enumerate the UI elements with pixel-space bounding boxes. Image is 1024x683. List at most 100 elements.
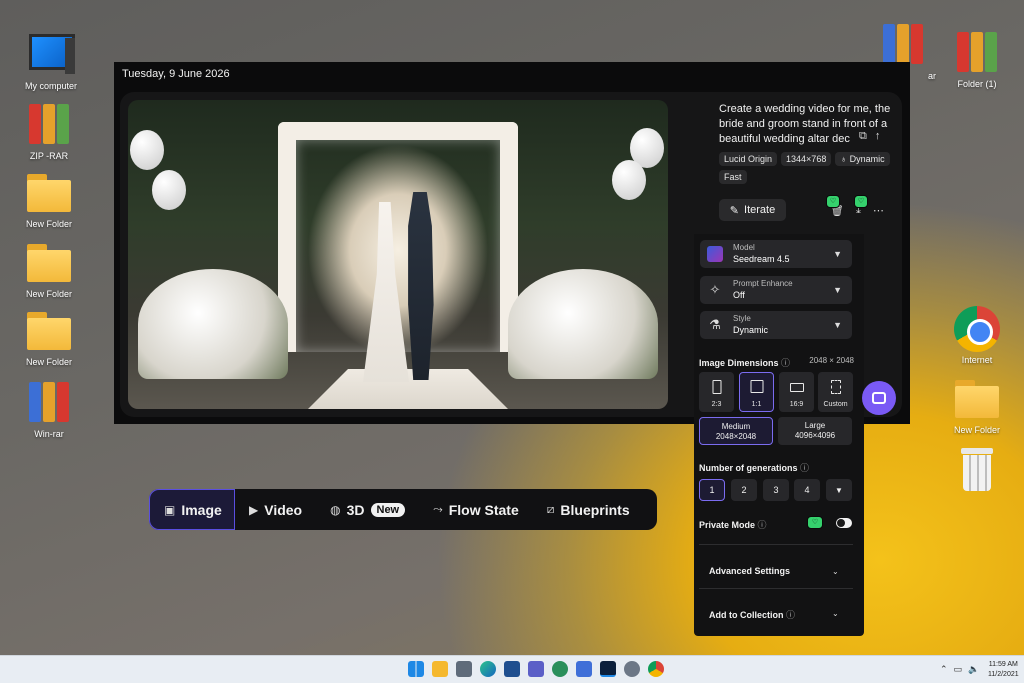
volume-icon[interactable]: 🔈 — [968, 664, 979, 675]
people-icon[interactable] — [576, 661, 592, 677]
image-actions: 🗑 ♡ ⤓ ♡ ⋯ — [826, 195, 884, 217]
mode-bar: ▣ Image ▶ Video ◍ 3D New ⤳ Flow State ⧄ … — [149, 489, 657, 530]
store-icon[interactable] — [504, 661, 520, 677]
prompt-actions: ⧉ ↑ — [859, 130, 880, 143]
style-label: Style — [733, 314, 751, 323]
mode-label: Blueprints — [560, 501, 630, 518]
winrar-icon — [25, 100, 73, 148]
copy-icon[interactable]: ⧉ — [859, 130, 867, 143]
generation-date: Tuesday, 9 June 2026 — [122, 68, 230, 80]
add-to-collection-toggle[interactable]: Add to Collection ⓘ — [709, 608, 795, 621]
balloon-decoration — [130, 130, 164, 170]
size-medium[interactable]: Medium 2048×2048 — [699, 417, 773, 445]
edge-icon[interactable] — [480, 661, 496, 677]
teams-icon[interactable] — [528, 661, 544, 677]
favorite-badge-icon: ♡ — [826, 195, 840, 208]
info-icon[interactable]: ⓘ — [786, 610, 795, 620]
chat-support-button[interactable] — [862, 381, 896, 415]
download-icon[interactable]: ⤓ ♡ — [853, 195, 868, 217]
info-icon[interactable]: ⓘ — [758, 520, 767, 530]
desktop-icon-new-folder-2[interactable]: New Folder — [14, 238, 84, 299]
network-icon[interactable]: ▭ — [954, 664, 963, 675]
generation-tags: Lucid Origin 1344×768 ♁ Dynamic Fast — [719, 152, 899, 184]
prompt-enhance-value: Off — [733, 290, 745, 300]
desktop-icon-label: New Folder — [25, 357, 72, 367]
desktop-icon-label: Internet — [961, 355, 993, 365]
arrow-up-icon[interactable]: ↑ — [875, 130, 881, 143]
lock-badge-icon: ♡ — [807, 516, 823, 529]
advanced-settings-toggle[interactable]: Advanced Settings — [709, 566, 790, 576]
desktop-icon-new-folder-1[interactable]: New Folder — [14, 168, 84, 229]
ratio-label: 2:3 — [711, 401, 722, 408]
windows-start-icon[interactable] — [408, 661, 424, 677]
ratio-2-3[interactable]: 2:3 — [699, 372, 734, 412]
generations-option-3[interactable]: 3 — [763, 479, 789, 501]
model-dropdown[interactable]: Model Seedream 4.5 ▼ — [700, 240, 852, 268]
desktop-icon-new-folder-4[interactable]: New Folder — [942, 374, 1012, 435]
style-value: Dynamic — [733, 325, 769, 335]
ratio-custom[interactable]: Custom — [818, 372, 853, 412]
private-mode-text: Private Mode — [699, 520, 756, 530]
prompt-enhance-label: Prompt Enhance — [733, 279, 793, 288]
file-explorer-icon[interactable] — [432, 661, 448, 677]
camera-icon[interactable] — [456, 661, 472, 677]
chevron-up-icon[interactable]: ⌃ — [940, 664, 948, 675]
desktop-icon-win-rar[interactable]: Win-rar — [14, 378, 84, 439]
image-dimensions-value: 2048 × 2048 — [809, 356, 854, 365]
generations-text: Number of generations — [699, 463, 798, 473]
flask-icon: ⚗ — [709, 317, 721, 332]
mode-image[interactable]: ▣ Image — [149, 489, 235, 530]
flow-icon: ⤳ — [433, 502, 443, 516]
taskbar-clock[interactable]: 11:59 AM 11/2/2021 — [988, 660, 1019, 680]
generations-option-4[interactable]: 4 — [794, 479, 820, 501]
private-mode-toggle[interactable] — [836, 518, 852, 528]
desktop-icon-new-folder-3[interactable]: New Folder — [14, 306, 84, 367]
chevron-down-icon[interactable]: ⌄ — [832, 609, 839, 618]
tag-speed: Fast — [719, 170, 747, 184]
desktop-icon-recycle-bin[interactable] — [942, 446, 1012, 497]
more-icon[interactable]: ⋯ — [873, 204, 884, 217]
winrar-icon — [25, 378, 73, 426]
tag-style-label: Dynamic — [849, 154, 885, 164]
chevron-down-icon: ▼ — [833, 320, 842, 330]
chat-icon — [872, 392, 886, 404]
style-icon: ♁ — [840, 154, 850, 164]
trash-icon — [953, 446, 1001, 494]
size-large[interactable]: Large 4096×4096 — [778, 417, 852, 445]
generated-image[interactable] — [128, 100, 668, 409]
info-icon[interactable]: ⓘ — [781, 358, 790, 368]
app-active-icon[interactable] — [600, 661, 616, 677]
desktop-icon-internet[interactable]: Internet — [942, 306, 1012, 365]
generations-option-1[interactable]: 1 — [699, 479, 725, 501]
couple — [363, 192, 443, 382]
ratio-1-1[interactable]: 1:1 — [739, 372, 774, 412]
ratio-label: 1:1 — [751, 401, 762, 408]
mode-video[interactable]: ▶ Video — [235, 489, 316, 530]
tag-resolution: 1344×768 — [781, 152, 832, 166]
desktop-icon-folder-1[interactable]: Folder (1) — [942, 28, 1012, 89]
desktop-icon-label: Folder (1) — [957, 79, 997, 89]
model-value: Seedream 4.5 — [733, 254, 790, 264]
style-dropdown[interactable]: ⚗ Style Dynamic ▼ — [700, 311, 852, 339]
desktop-icon-zip-rar[interactable]: ZIP -RAR — [14, 100, 84, 161]
desktop-icon-my-computer[interactable]: My computer — [16, 30, 86, 91]
iterate-button[interactable]: ✎ Iterate — [719, 199, 786, 221]
prompt-enhance-dropdown[interactable]: ✧ Prompt Enhance Off ▼ — [700, 276, 852, 304]
info-icon[interactable]: ⓘ — [800, 463, 809, 473]
mode-blueprints[interactable]: ⧄ Blueprints — [533, 489, 644, 530]
desktop-icon-label: New Folder — [25, 289, 72, 299]
mode-flow-state[interactable]: ⤳ Flow State — [419, 489, 533, 530]
generations-option-2[interactable]: 2 — [731, 479, 757, 501]
mode-3d[interactable]: ◍ 3D New — [316, 489, 419, 530]
settings-icon[interactable] — [624, 661, 640, 677]
chevron-down-icon[interactable]: ⌄ — [832, 567, 839, 576]
generations-more-dropdown[interactable]: ▼ — [826, 479, 852, 501]
desktop-icon-label: Win-rar — [34, 429, 64, 439]
delete-icon[interactable]: 🗑 ♡ — [826, 195, 844, 217]
landscape-icon — [789, 383, 804, 392]
chrome-icon[interactable] — [648, 661, 664, 677]
model-icon — [707, 246, 723, 262]
maps-icon[interactable] — [552, 661, 568, 677]
ratio-16-9[interactable]: 16:9 — [779, 372, 814, 412]
mode-label: Image — [181, 501, 222, 518]
